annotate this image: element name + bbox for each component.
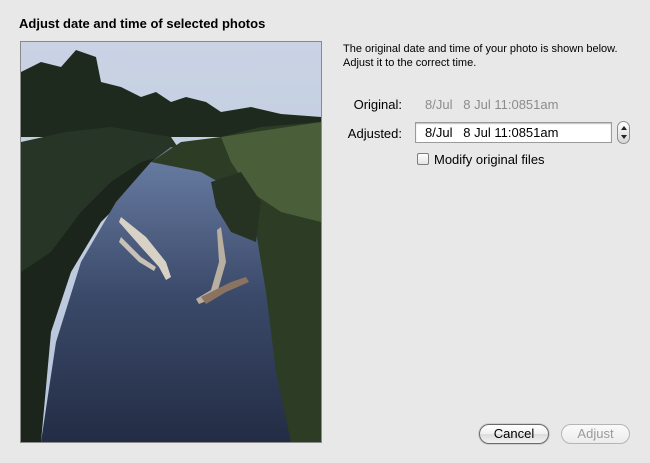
adjust-button[interactable]: Adjust [561,424,630,444]
photo-preview [20,41,322,443]
cancel-button[interactable]: Cancel [479,424,549,444]
adjusted-date-field[interactable]: 8/Jul 8 Jul 11:0851am [415,122,612,143]
instructions-text: The original date and time of your photo… [343,43,618,69]
stepper-icon[interactable] [617,121,630,144]
dialog-title: Adjust date and time of selected photos [19,16,266,31]
stepper-up-icon[interactable] [621,126,627,130]
stepper-down-icon[interactable] [621,135,627,139]
modify-original-checkbox[interactable] [417,153,429,165]
adjusted-label: Adjusted: [347,126,402,141]
original-date-value: 8/Jul 8 Jul 11:0851am [425,97,559,112]
original-label: Original: [353,97,402,112]
modify-original-label[interactable]: Modify original files [434,152,545,167]
